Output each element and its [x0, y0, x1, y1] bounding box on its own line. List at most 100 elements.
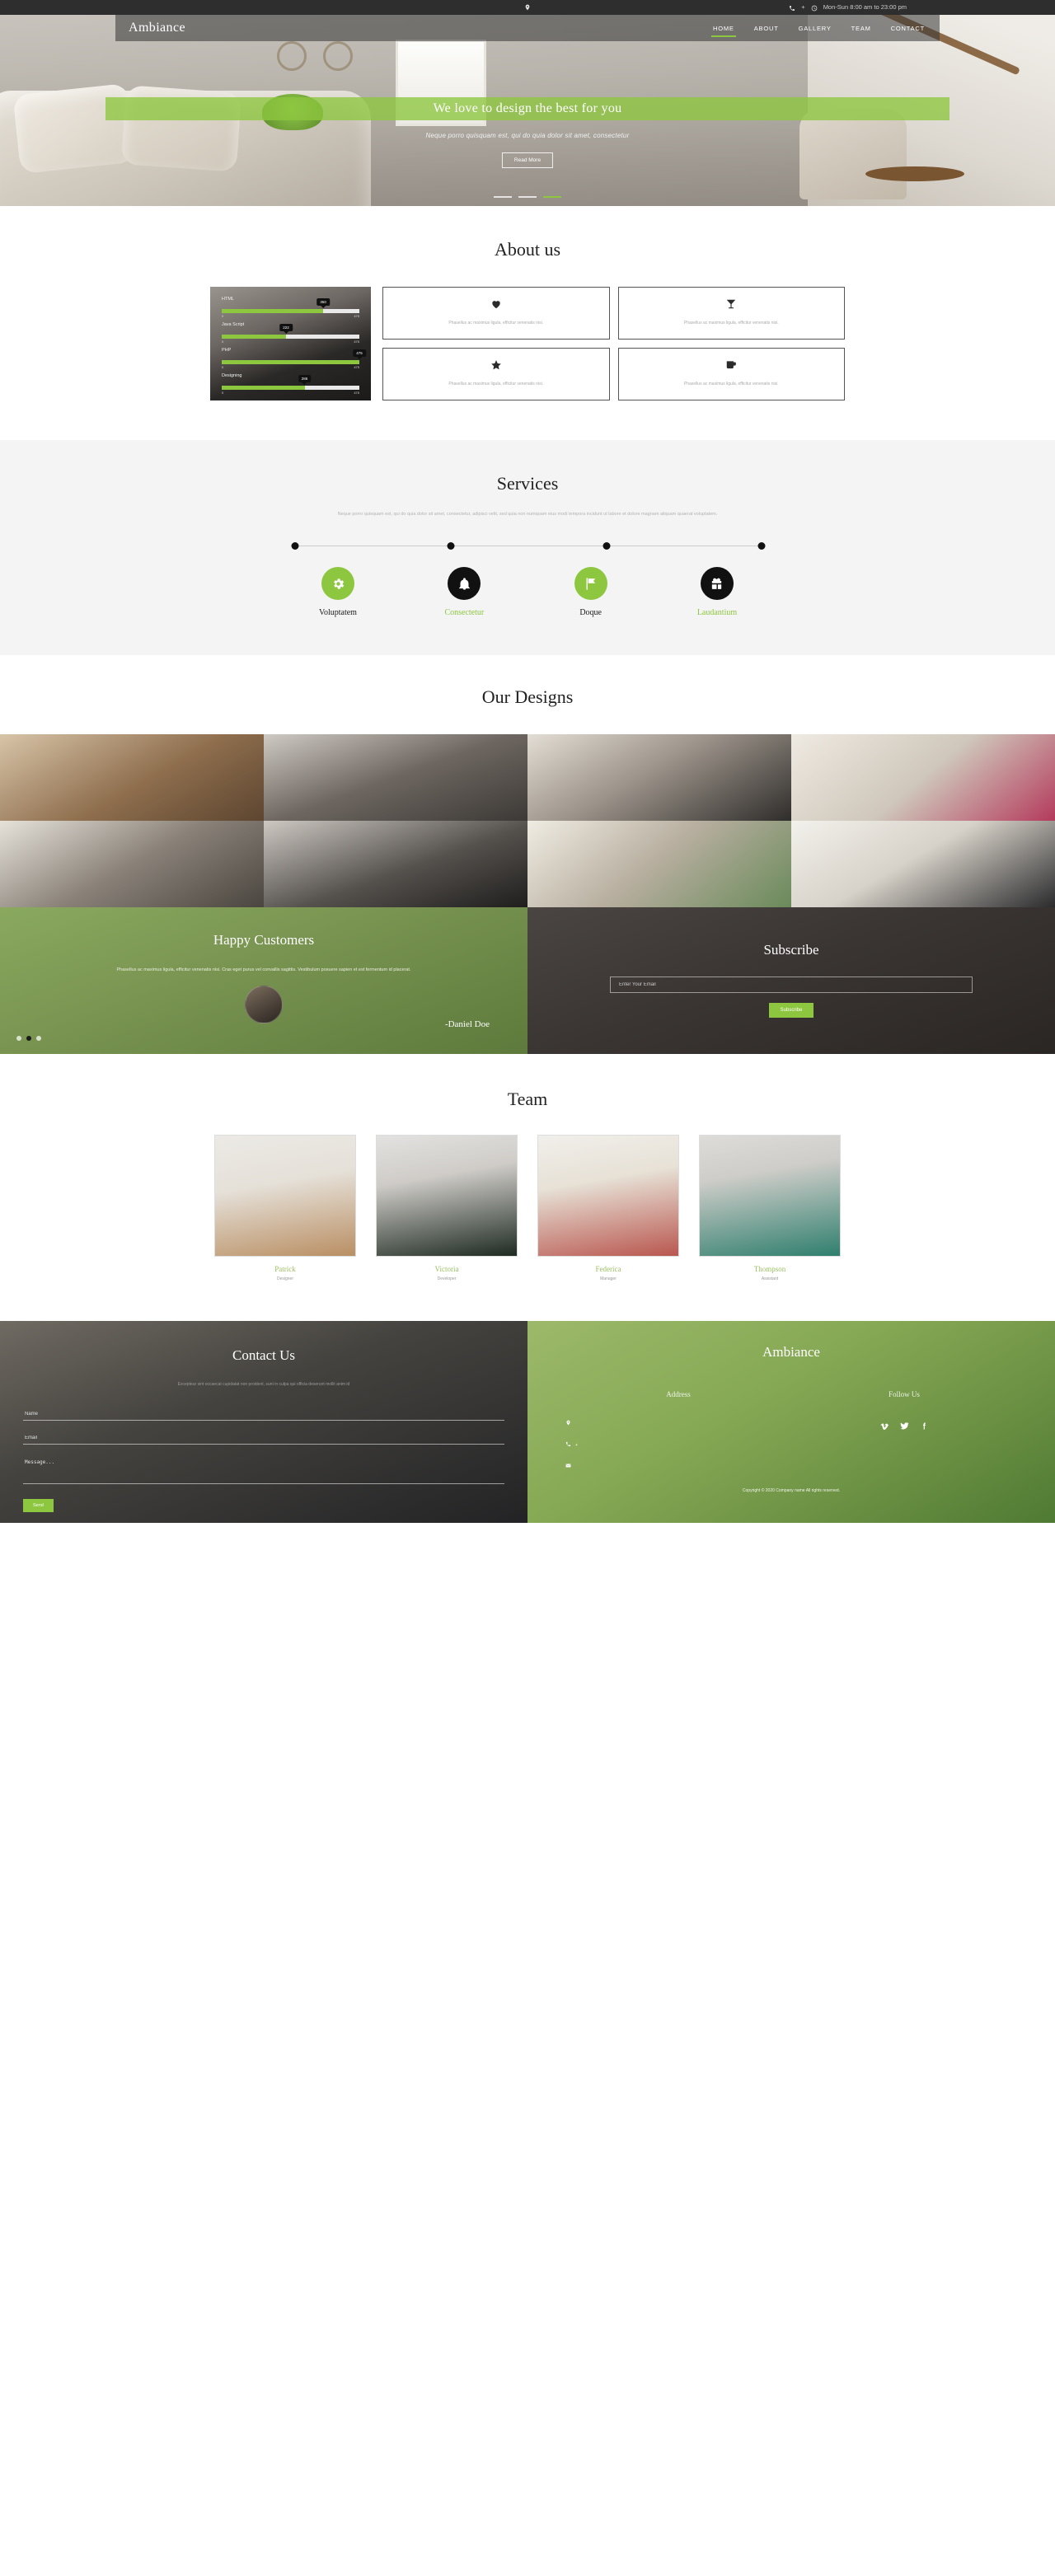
timeline-dot-4: [757, 542, 766, 550]
nav-item-team[interactable]: TEAM: [850, 21, 873, 36]
nav-item-about[interactable]: ABOUT: [753, 21, 781, 36]
feature-card[interactable]: Phasellus ac maximus ligula, efficitur v…: [617, 348, 845, 400]
member-name: Patrick: [274, 1265, 296, 1274]
nav-item-contact[interactable]: CONTACT: [889, 21, 926, 36]
skill-label: Designing: [222, 373, 242, 378]
skill-row: PHP 475 0 475: [222, 348, 366, 369]
gallery-image-bedroom-wood-panel[interactable]: [264, 734, 528, 822]
address-title: Address: [666, 1390, 691, 1399]
business-hours: Mon-Sun 8:00 am to 23:00 pm: [823, 3, 907, 12]
service-item-voluptatem[interactable]: Voluptatem: [288, 567, 387, 617]
feature-card[interactable]: Phasellus ac maximus ligula, efficitur v…: [382, 348, 610, 400]
email-input[interactable]: [23, 1432, 504, 1445]
twitter-icon[interactable]: [899, 1420, 909, 1435]
service-item-doque[interactable]: Doque: [542, 567, 640, 617]
timeline-dot-2: [447, 542, 455, 550]
member-photo: [214, 1135, 356, 1258]
skills-panel: HTML 350 0 475 Java Script 222 0 475 PHP…: [210, 287, 371, 400]
member-photo: [376, 1135, 518, 1258]
star-icon: [490, 359, 502, 375]
name-input[interactable]: [23, 1408, 504, 1421]
service-label: Laudantium: [696, 608, 738, 618]
gallery-image-bathroom-vanity[interactable]: [0, 734, 264, 822]
subscribe-email-input[interactable]: [610, 977, 973, 994]
team-title: Team: [507, 1089, 548, 1110]
feature-grid: Phasellus ac maximus ligula, efficitur v…: [382, 287, 845, 400]
hero-title-band: We love to design the best for you: [106, 97, 950, 120]
testimonial-author: -Daniel Doe: [444, 1019, 490, 1030]
address-row-location: [565, 1420, 791, 1427]
feature-text: Phasellus ac maximus ligula, efficitur v…: [448, 382, 544, 387]
hero-dot-1[interactable]: [494, 196, 512, 198]
service-item-laudantium[interactable]: Laudantium: [668, 567, 767, 617]
site-brand[interactable]: Ambiance: [129, 21, 185, 35]
skill-label: HTML: [222, 297, 234, 302]
skill-value: 475: [353, 349, 366, 357]
gallery-image-study-red-sofa[interactable]: [791, 734, 1055, 822]
nav-item-gallery[interactable]: GALLERY: [797, 21, 833, 36]
hero-slider-dots: [494, 196, 561, 198]
map-pin-icon: [565, 1420, 571, 1427]
team-member-thompson[interactable]: Thompson Assistant: [699, 1135, 841, 1281]
footer-social-column: Follow Us: [791, 1390, 1017, 1470]
service-item-consectetur[interactable]: Consectetur: [415, 567, 513, 617]
services-title: Services: [496, 473, 559, 494]
testimonial-subscribe-row: Happy Customers Phasellus ac maximus lig…: [0, 907, 1055, 1055]
member-name: Victoria: [434, 1265, 459, 1274]
skill-value: 286: [298, 375, 312, 382]
facebook-icon[interactable]: [920, 1420, 929, 1435]
member-role: Assistant: [761, 1276, 779, 1282]
testimonial-dot-1[interactable]: [16, 1036, 21, 1042]
subscribe-button[interactable]: Subscribe: [768, 1003, 814, 1019]
gallery-image-living-room-piano[interactable]: [528, 734, 791, 822]
team-member-victoria[interactable]: Victoria Developer: [376, 1135, 518, 1281]
timeline-dot-3: [603, 542, 611, 550]
top-bar: + Mon-Sun 8:00 am to 23:00 pm: [0, 0, 1055, 15]
contact-section: Contact Us Excepteur sint occaecat cupid…: [0, 1321, 528, 1524]
skill-value: 222: [279, 324, 293, 331]
designs-section: Our Designs: [0, 655, 1055, 908]
contact-description: Excepteur sint occaecat cupidatat non pr…: [177, 1382, 350, 1388]
vimeo-icon[interactable]: [879, 1420, 889, 1435]
address-row-email: [565, 1463, 791, 1470]
team-member-patrick[interactable]: Patrick Designer: [214, 1135, 356, 1281]
map-pin-icon[interactable]: [524, 4, 531, 11]
testimonial-dots: [16, 1036, 41, 1042]
address-row-phone: +: [565, 1441, 791, 1449]
designs-title: Our Designs: [481, 686, 574, 708]
avatar: [245, 986, 283, 1024]
main-navbar: Ambiance HOME ABOUT GALLERY TEAM CONTACT: [115, 15, 940, 41]
skill-min: 0: [222, 391, 224, 395]
send-button[interactable]: Send: [23, 1499, 54, 1513]
member-photo: [699, 1135, 841, 1258]
flag-icon: [574, 567, 607, 601]
testimonial-quote: Phasellus ac maximus ligula, efficitur v…: [116, 967, 411, 973]
message-input[interactable]: [23, 1456, 504, 1485]
feature-text: Phasellus ac maximus ligula, efficitur v…: [683, 321, 779, 326]
feature-card[interactable]: Phasellus ac maximus ligula, efficitur v…: [382, 287, 610, 340]
skill-row: Designing 286 0 475: [222, 373, 359, 395]
member-name: Federica: [595, 1265, 621, 1274]
hero-dot-3[interactable]: [543, 196, 561, 198]
hero-title: We love to design the best for you: [433, 101, 622, 115]
gallery-image-bedroom-shelf[interactable]: [0, 821, 264, 908]
nav-item-home[interactable]: HOME: [711, 21, 736, 37]
phone-number: +: [801, 3, 805, 12]
testimonial-dot-2[interactable]: [26, 1036, 31, 1042]
about-section: About us HTML 350 0 475 Java Script 222 …: [0, 206, 1055, 440]
read-more-button[interactable]: Read More: [501, 152, 554, 168]
testimonial-dot-3[interactable]: [36, 1036, 41, 1042]
feature-card[interactable]: Phasellus ac maximus ligula, efficitur v…: [617, 287, 845, 340]
cocktail-icon: [725, 298, 737, 314]
contact-footer-row: Contact Us Excepteur sint occaecat cupid…: [0, 1321, 1055, 1524]
primary-nav: HOME ABOUT GALLERY TEAM CONTACT: [711, 21, 926, 37]
gallery-image-tv-unit-white[interactable]: [791, 821, 1055, 908]
topbar-contact: + Mon-Sun 8:00 am to 23:00 pm: [789, 3, 907, 11]
gallery-image-media-room-dark[interactable]: [264, 821, 528, 908]
hero-section: Ambiance HOME ABOUT GALLERY TEAM CONTACT…: [0, 15, 1055, 206]
skill-max: 475: [354, 391, 359, 395]
gallery-image-dining-table-chairs[interactable]: [528, 821, 791, 908]
member-role: Designer: [276, 1276, 293, 1282]
team-member-federica[interactable]: Federica Manager: [537, 1135, 679, 1281]
hero-dot-2[interactable]: [518, 196, 537, 198]
